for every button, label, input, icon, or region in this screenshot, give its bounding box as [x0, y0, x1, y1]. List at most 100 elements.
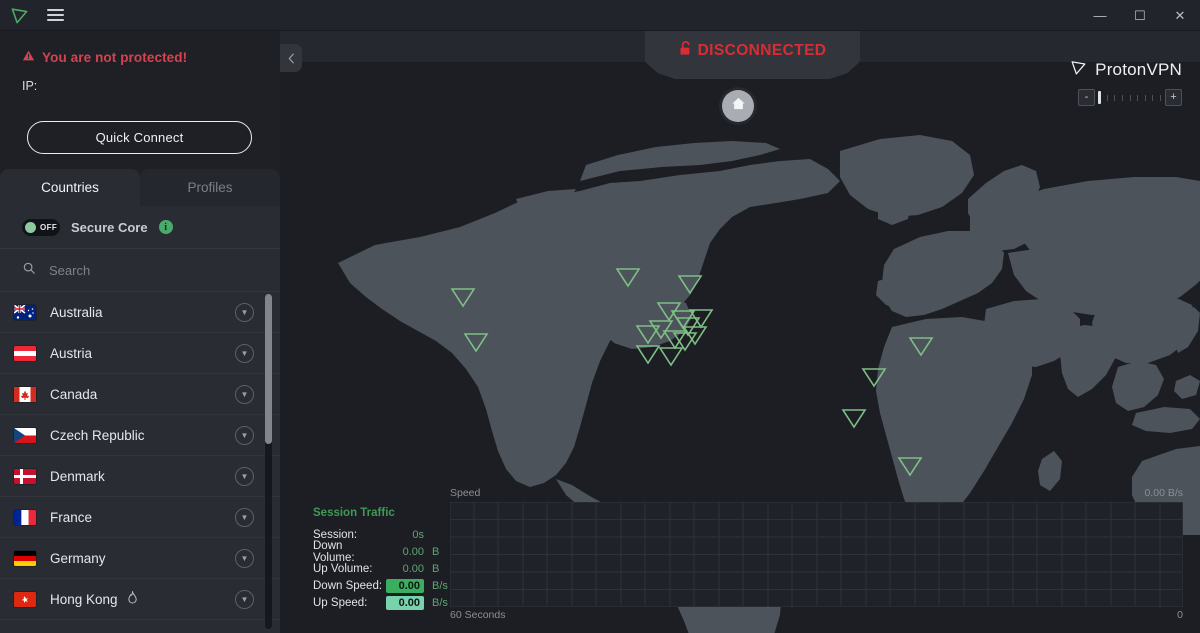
close-button[interactable]: ✕	[1160, 0, 1200, 31]
tab-profiles[interactable]: Profiles	[140, 169, 280, 206]
slider-tick	[1160, 94, 1161, 101]
country-name: Denmark	[50, 468, 105, 484]
speed-graph-header: Speed 0.00 B/s	[450, 487, 1183, 499]
speed-graph-plot-area	[450, 502, 1183, 607]
session-traffic-row: Up Volume: 0.00 B	[313, 560, 453, 577]
title-bar: — ☐ ✕	[0, 0, 1200, 31]
map-panel: DISCONNECTED ProtonVPN - + Session Traff…	[280, 31, 1200, 633]
connection-status-badge: DISCONNECTED	[645, 31, 860, 71]
row-value: 0.00	[402, 562, 424, 575]
secure-core-toggle-state: OFF	[40, 222, 58, 232]
country-row-austria[interactable]: Austria ▼	[0, 333, 280, 374]
warning-triangle-icon	[22, 49, 35, 65]
protonvpn-logo-icon	[0, 0, 38, 31]
country-row-germany[interactable]: Germany ▼	[0, 538, 280, 579]
sidebar-collapse-button[interactable]	[280, 44, 302, 72]
slider-tick	[1152, 94, 1154, 101]
window-controls: — ☐ ✕	[1080, 0, 1200, 31]
slider-tick	[1144, 94, 1146, 101]
speed-graph-title: Speed	[450, 487, 481, 499]
smart-routing-icon	[127, 591, 138, 607]
country-row-france[interactable]: France ▼	[0, 497, 280, 538]
expand-chevron-down-icon[interactable]: ▼	[235, 384, 254, 404]
country-row-hong-kong[interactable]: Hong Kong ▼	[0, 579, 280, 620]
expand-chevron-down-icon[interactable]: ▼	[235, 425, 254, 445]
row-unit: B/s	[432, 579, 448, 592]
not-protected-status: You are not protected!	[22, 49, 258, 65]
search-row	[0, 249, 280, 292]
zoom-slider[interactable]	[1098, 90, 1162, 106]
row-unit: B	[432, 545, 440, 558]
zoom-in-button[interactable]: +	[1165, 89, 1182, 106]
row-label: Down Volume:	[313, 539, 355, 564]
scrollbar-thumb[interactable]	[265, 294, 272, 444]
secure-core-row: OFF Secure Core i	[0, 206, 280, 249]
session-traffic-panel: Session Traffic Session: 0s Down Volume:…	[313, 507, 453, 611]
expand-chevron-down-icon[interactable]: ▼	[235, 589, 254, 609]
country-row-czech-republic[interactable]: Czech Republic ▼	[0, 415, 280, 456]
minimize-button[interactable]: —	[1080, 0, 1120, 31]
speed-graph-grid	[450, 502, 1183, 607]
y-max-value: 0.00	[1144, 487, 1165, 499]
expand-chevron-down-icon[interactable]: ▼	[235, 466, 254, 486]
slider-tick	[1106, 94, 1108, 101]
country-name: Austria	[50, 345, 93, 361]
toggle-knob	[25, 221, 36, 233]
session-traffic-title: Session Traffic	[313, 507, 395, 519]
country-list[interactable]: Australia ▼ Austria ▼ Canada ▼ Czech Rep…	[0, 292, 280, 631]
expand-chevron-down-icon[interactable]: ▼	[235, 507, 254, 527]
tab-countries[interactable]: Countries	[0, 169, 140, 206]
flag-icon-at	[14, 345, 36, 361]
hamburger-menu-icon[interactable]	[38, 0, 72, 31]
info-icon[interactable]: i	[158, 220, 173, 234]
row-label: Down Speed:	[313, 579, 383, 592]
country-row-denmark[interactable]: Denmark ▼	[0, 456, 280, 497]
flag-icon-cz	[14, 427, 36, 443]
x-axis-right-label: 0	[1177, 609, 1183, 621]
not-protected-label: You are not protected!	[42, 49, 188, 65]
flag-icon-hk	[14, 591, 36, 607]
country-name: Germany	[50, 550, 106, 566]
maximize-button[interactable]: ☐	[1120, 0, 1160, 31]
search-input[interactable]	[49, 262, 239, 278]
ip-label: IP:	[22, 79, 38, 93]
sidebar-tabs: Countries Profiles	[0, 169, 280, 206]
protonvpn-window: — ☐ ✕ You are not protected! IP: Quick C…	[0, 0, 1200, 633]
country-name: Australia	[50, 304, 103, 320]
row-label: Up Volume:	[313, 562, 373, 575]
flag-icon-au	[14, 304, 36, 320]
country-row-australia[interactable]: Australia ▼	[0, 292, 280, 333]
y-max-unit: B/s	[1167, 487, 1183, 499]
unlocked-padlock-icon	[679, 41, 692, 61]
zoom-out-button[interactable]: -	[1078, 89, 1095, 106]
brand-logo: ProtonVPN	[1070, 59, 1182, 81]
row-label: Up Speed:	[313, 596, 368, 609]
quick-connect-button[interactable]: Quick Connect	[27, 121, 252, 154]
row-value: 0s	[412, 528, 424, 541]
expand-chevron-down-icon[interactable]: ▼	[235, 343, 254, 363]
home-button[interactable]	[722, 90, 754, 122]
country-name: France	[50, 509, 93, 525]
status-label: DISCONNECTED	[697, 42, 827, 59]
country-list-scrollbar[interactable]	[265, 294, 272, 629]
slider-tick	[1121, 94, 1123, 101]
session-traffic-row: Down Volume: 0.00 B	[313, 540, 453, 564]
expand-chevron-down-icon[interactable]: ▼	[235, 302, 254, 322]
flag-icon-ca	[14, 386, 36, 402]
secure-core-toggle[interactable]: OFF	[22, 218, 60, 236]
connection-status-panel: You are not protected! IP: Quick Connect	[0, 31, 280, 169]
flag-icon-dk	[14, 468, 36, 484]
search-icon	[22, 261, 36, 280]
sidebar: You are not protected! IP: Quick Connect…	[0, 31, 280, 633]
flag-icon-de	[14, 550, 36, 566]
session-traffic-row: Up Speed: 0.00 B/s	[313, 594, 453, 611]
country-row-canada[interactable]: Canada ▼	[0, 374, 280, 415]
country-name: Hong Kong	[50, 591, 118, 607]
brand-name: ProtonVPN	[1095, 60, 1182, 79]
home-icon	[731, 96, 746, 116]
expand-chevron-down-icon[interactable]: ▼	[235, 548, 254, 568]
speed-graph-max: 0.00 B/s	[1144, 487, 1183, 499]
row-unit: B	[432, 562, 440, 575]
slider-tick	[1137, 94, 1139, 101]
zoom-slider-handle[interactable]	[1098, 91, 1101, 104]
